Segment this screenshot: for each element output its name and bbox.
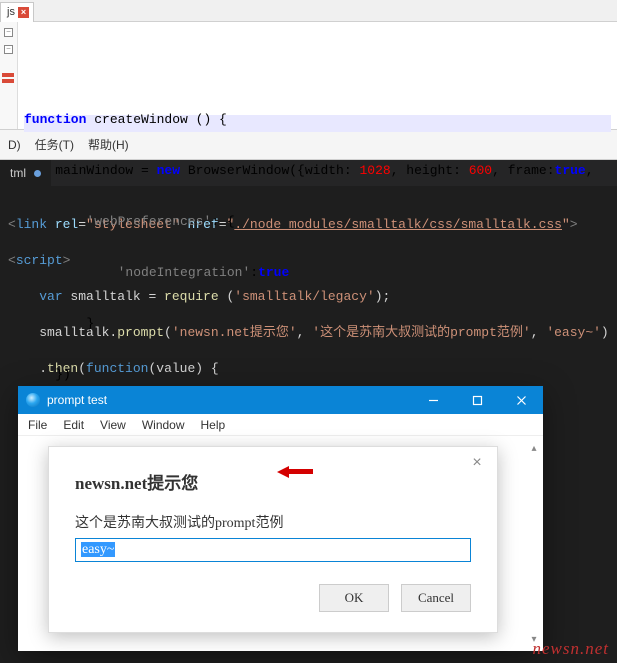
scrollbar[interactable]: ▴ ▾	[527, 440, 541, 647]
app-menu-help[interactable]: Help	[201, 418, 226, 432]
app-menu-view[interactable]: View	[100, 418, 126, 432]
light-gutter: − −	[0, 22, 18, 129]
titlebar[interactable]: prompt test	[18, 386, 543, 414]
dialog-message: 这个是苏南大叔测试的prompt范例	[75, 512, 471, 532]
prompt-input[interactable]: easy~	[75, 538, 471, 562]
window-title: prompt test	[47, 393, 411, 407]
app-menu-file[interactable]: File	[28, 418, 47, 432]
cancel-button[interactable]: Cancel	[401, 584, 471, 612]
annotation-arrow-icon	[271, 464, 315, 478]
breakpoint-mark[interactable]	[2, 73, 14, 77]
maximize-button[interactable]	[455, 386, 499, 414]
minimize-button[interactable]	[411, 386, 455, 414]
ok-button[interactable]: OK	[319, 584, 389, 612]
electron-app-icon	[26, 393, 40, 407]
watermark-text: newsn.net	[532, 639, 609, 659]
light-code-lines: function createWindow () { mainWindow = …	[18, 22, 617, 129]
fold-icon[interactable]: −	[4, 45, 13, 54]
app-menu-edit[interactable]: Edit	[63, 418, 84, 432]
light-editor-pane: js × − − function createWindow () { main…	[0, 0, 617, 130]
app-menu-window[interactable]: Window	[142, 418, 185, 432]
menu-item[interactable]: D)	[8, 138, 21, 152]
editor-tab-label: js	[7, 6, 15, 18]
close-icon[interactable]: ×	[18, 7, 29, 18]
app-menubar: File Edit View Window Help	[18, 414, 543, 436]
scroll-up-icon[interactable]: ▴	[527, 440, 541, 456]
light-tab-strip: js ×	[0, 0, 617, 22]
breakpoint-mark[interactable]	[2, 79, 14, 83]
fold-icon[interactable]: −	[4, 28, 13, 37]
light-code-area[interactable]: − − function createWindow () { mainWindo…	[0, 22, 617, 129]
close-button[interactable]	[499, 386, 543, 414]
dialog-close-icon[interactable]: ×	[467, 453, 487, 473]
prompt-input-wrap: easy~	[75, 538, 471, 562]
prompt-window: prompt test File Edit View Window Help ▴…	[18, 386, 543, 651]
dialog-button-row: OK Cancel	[75, 584, 471, 612]
editor-tab-js[interactable]: js ×	[0, 2, 34, 22]
